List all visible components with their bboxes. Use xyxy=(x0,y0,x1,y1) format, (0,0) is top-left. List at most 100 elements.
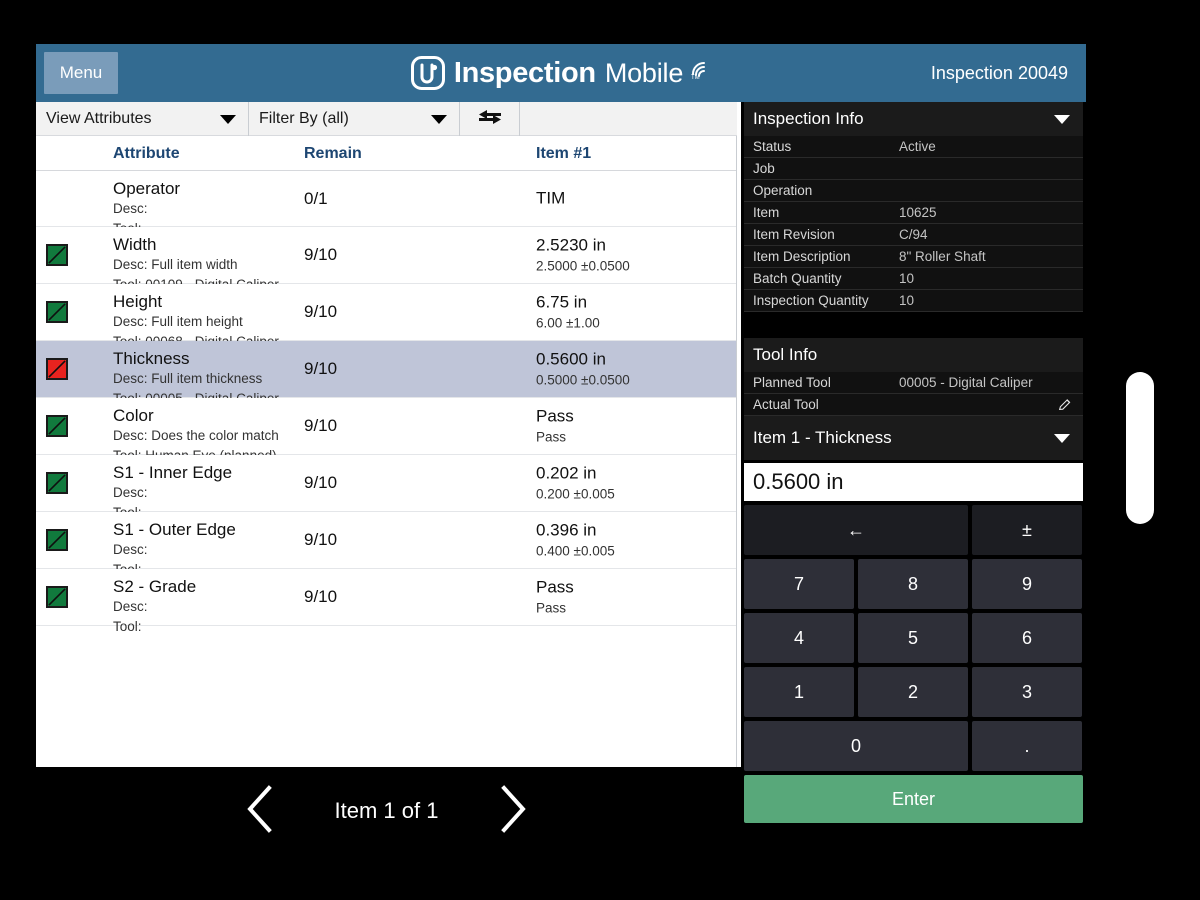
info-field-row: Inspection Quantity 10 xyxy=(744,290,1083,312)
key-7[interactable]: 7 xyxy=(744,559,854,609)
measurement-input[interactable]: 0.5600 in xyxy=(744,463,1083,501)
info-panel: Inspection Info Status Active Job Operation… xyxy=(741,102,1086,823)
table-row[interactable]: S1 - Outer EdgeDesc:Tool:9/100.396 in0.4… xyxy=(36,512,736,577)
value-spec: Pass xyxy=(536,429,567,445)
info-field-key: Item xyxy=(753,205,780,220)
key-1-label: 1 xyxy=(793,681,804,702)
key-6-label: 6 xyxy=(1021,627,1032,648)
value-main: Pass xyxy=(536,406,574,426)
remain-cell: 9/10 xyxy=(304,245,338,264)
info-field-value: 8" Roller Shaft xyxy=(899,249,986,264)
attribute-name: Width xyxy=(113,235,157,254)
key-3[interactable]: 3 xyxy=(972,667,1082,717)
info-field-key: Inspection Quantity xyxy=(753,293,869,308)
attribute-cell: S2 - Grade Desc: Tool: xyxy=(113,576,303,636)
value-main: 2.5230 in xyxy=(536,235,606,255)
attribute-desc: Desc: Full item width xyxy=(113,257,238,273)
brand-name: Inspection xyxy=(453,56,596,89)
info-field-row: Item Revision C/94 xyxy=(744,224,1083,246)
tool-info-title: Tool Info xyxy=(753,345,818,364)
key-decimal[interactable]: . xyxy=(972,721,1082,771)
key-5[interactable]: 5 xyxy=(858,613,968,663)
key-1[interactable]: 1 xyxy=(744,667,854,717)
info-field-row: Operation xyxy=(744,180,1083,202)
inspection-id-label: Inspection 20049 xyxy=(930,62,1068,83)
inspection-info-header[interactable]: Inspection Info xyxy=(744,102,1083,136)
attribute-desc: Desc: Full item height xyxy=(113,314,243,330)
pencil-icon[interactable] xyxy=(1057,397,1073,416)
value-cell[interactable]: 6.75 in 6.00 ±1.00 xyxy=(536,291,600,332)
key-6[interactable]: 6 xyxy=(972,613,1082,663)
view-attributes-select[interactable]: View Attributes xyxy=(36,102,249,136)
svg-text:TM: TM xyxy=(691,75,700,80)
key-8-label: 8 xyxy=(907,573,918,594)
attribute-name: Operator xyxy=(113,179,181,198)
value-spec: Pass xyxy=(536,600,567,616)
value-cell[interactable]: Pass Pass xyxy=(536,576,574,617)
info-field-row: Batch Quantity 10 xyxy=(744,268,1083,290)
panel-divider xyxy=(741,312,1086,338)
measurement-header[interactable]: Item 1 - Thickness xyxy=(744,416,1083,460)
key-2[interactable]: 2 xyxy=(858,667,968,717)
info-field-row: Item Description 8" Roller Shaft xyxy=(744,246,1083,268)
table-row[interactable]: ThicknessDesc: Full item thicknessTool: … xyxy=(36,341,736,406)
key-8[interactable]: 8 xyxy=(858,559,968,609)
menu-button-label: Menu xyxy=(59,63,103,82)
attribute-name: S1 - Outer Edge xyxy=(113,520,236,539)
info-field-value: 10 xyxy=(899,293,915,308)
table-row[interactable]: HeightDesc: Full item heightTool: 00068 … xyxy=(36,284,736,349)
column-header-item[interactable]: Item #1 xyxy=(536,136,591,171)
table-row[interactable]: S2 - Grade Desc: Tool: 9/10 Pass Pass xyxy=(36,569,736,634)
table-row[interactable]: ColorDesc: Does the color matchTool: Hum… xyxy=(36,398,736,463)
column-header-remain[interactable]: Remain xyxy=(304,136,362,171)
key-9[interactable]: 9 xyxy=(972,559,1082,609)
value-cell[interactable]: 0.202 in 0.200 ±0.005 xyxy=(536,462,615,503)
info-field-key: Batch Quantity xyxy=(753,271,842,286)
info-field-row: Status Active xyxy=(744,136,1083,158)
column-header-attribute[interactable]: Attribute xyxy=(113,136,180,171)
value-cell[interactable]: 2.5230 in 2.5000 ±0.0500 xyxy=(536,234,630,275)
key-plus-minus[interactable]: ± xyxy=(972,505,1082,555)
previous-item-button[interactable] xyxy=(245,784,275,839)
vertical-scrollbar-thumb[interactable] xyxy=(1126,372,1154,524)
inspection-mobile-logo-icon xyxy=(410,56,445,90)
key-zero[interactable]: 0 xyxy=(744,721,968,771)
value-cell[interactable]: 0.396 in 0.400 ±0.005 xyxy=(536,519,615,560)
info-field-value: Active xyxy=(899,139,936,154)
app-header: Menu Inspection Mobile TM Inspection 200… xyxy=(36,44,1086,102)
value-cell[interactable]: Pass Pass xyxy=(536,405,574,446)
menu-button[interactable]: Menu xyxy=(44,52,118,94)
info-field-key: Planned Tool xyxy=(753,375,831,390)
screen-root: Menu Inspection Mobile TM Inspection 200… xyxy=(0,0,1200,900)
enter-button-label: Enter xyxy=(891,788,936,809)
filter-by-select[interactable]: Filter By (all) xyxy=(249,102,460,136)
table-row[interactable]: WidthDesc: Full item widthTool: 00109 - … xyxy=(36,227,736,292)
info-field-key: Job xyxy=(753,161,775,176)
attribute-desc: Desc: Full item thickness xyxy=(113,371,263,387)
attributes-table-body[interactable]: Operator Desc: Tool: 0/1 TIM Width Desc: Full … xyxy=(36,171,736,767)
value-spec: 0.200 ±0.005 xyxy=(536,486,615,502)
info-field-value: C/94 xyxy=(899,227,928,242)
status-pass-icon xyxy=(46,244,68,266)
next-item-button[interactable] xyxy=(498,784,528,839)
key-backspace[interactable]: ← xyxy=(744,505,968,555)
key-4-label: 4 xyxy=(793,627,804,648)
table-row[interactable]: OperatorDesc:Tool:0/1TIM xyxy=(36,171,736,236)
info-field-key: Item Description xyxy=(753,249,851,264)
enter-button[interactable]: Enter xyxy=(744,775,1083,823)
info-field-row: Planned Tool 00005 - Digital Caliper xyxy=(744,372,1083,394)
value-cell[interactable]: 0.5600 in 0.5000 ±0.0500 xyxy=(536,348,630,389)
value-spec: 2.5000 ±0.0500 xyxy=(536,258,630,274)
attribute-desc: Desc: Does the color match xyxy=(113,428,279,444)
value-cell[interactable]: TIM xyxy=(536,187,565,210)
remain-cell: 9/10 xyxy=(304,587,338,606)
info-field-row: Item 10625 xyxy=(744,202,1083,224)
item-counter-label: Item 1 of 1 xyxy=(334,798,439,823)
tool-info-header[interactable]: Tool Info xyxy=(744,338,1083,372)
swap-columns-button[interactable] xyxy=(460,102,520,136)
table-row[interactable]: S1 - Inner EdgeDesc:Tool:9/100.202 in0.2… xyxy=(36,455,736,520)
remain-cell: 9/10 xyxy=(304,416,338,435)
key-4[interactable]: 4 xyxy=(744,613,854,663)
info-field-row[interactable]: Actual Tool xyxy=(744,394,1083,416)
remain-cell: 9/10 xyxy=(304,359,338,378)
